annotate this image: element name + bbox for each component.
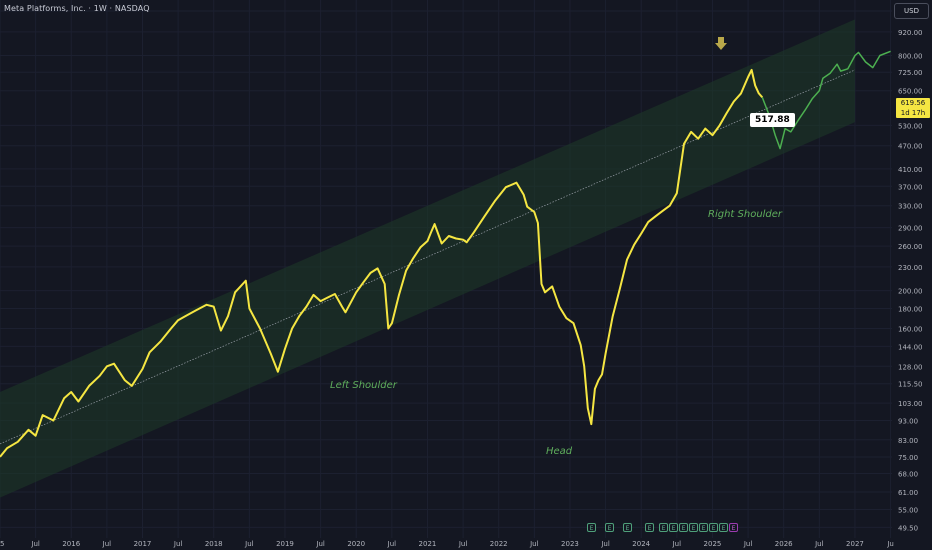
x-tick-label: 2017 [134, 540, 152, 548]
y-tick-label: 128.00 [898, 363, 923, 371]
y-tick-label: 920.00 [898, 29, 923, 37]
x-tick-label: 15 [0, 540, 4, 548]
y-tick-label: 800.00 [898, 53, 923, 61]
x-tick-label: 2018 [205, 540, 223, 548]
y-tick-label: 650.00 [898, 88, 923, 96]
x-tick-label: 2021 [419, 540, 437, 548]
price-chart[interactable]: 1,040.00920.00800.00725.00650.00530.0047… [0, 0, 932, 550]
last-price-countdown: 1d 17h [900, 109, 926, 117]
last-price-tag: 619.56 1d 17h [896, 98, 930, 118]
x-tick-label: 2025 [704, 540, 722, 548]
earnings-event-icon[interactable]: E [679, 523, 688, 532]
x-tick-label: 2026 [775, 540, 793, 548]
symbol-title[interactable]: Meta Platforms, Inc. · 1W · NASDAQ [4, 4, 150, 13]
x-tick-label: Jul [458, 540, 468, 548]
earnings-event-icon[interactable]: E [669, 523, 678, 532]
y-tick-label: 93.00 [898, 417, 918, 425]
x-tick-label: 2020 [347, 540, 365, 548]
y-tick-label: 410.00 [898, 166, 923, 174]
chart-root: 1,040.00920.00800.00725.00650.00530.0047… [0, 0, 932, 550]
x-tick-label: Jul [529, 540, 539, 548]
y-tick-label: 370.00 [898, 183, 923, 191]
earnings-event-icon[interactable]: E [729, 523, 738, 532]
y-tick-label: 530.00 [898, 122, 923, 130]
right-shoulder-label[interactable]: Right Shoulder [708, 209, 782, 220]
y-tick-label: 83.00 [898, 437, 918, 445]
x-tick-label: 2024 [632, 540, 650, 548]
earnings-event-icon[interactable]: E [709, 523, 718, 532]
x-tick-label: 2022 [490, 540, 508, 548]
y-tick-label: 49.50 [898, 524, 918, 532]
y-tick-label: 144.00 [898, 343, 923, 351]
y-axis[interactable]: 1,040.00920.00800.00725.00650.00530.0047… [893, 0, 932, 550]
y-tick-label: 115.50 [898, 381, 923, 389]
down-arrow-icon[interactable] [715, 37, 727, 50]
y-tick-label: 180.00 [898, 305, 923, 313]
x-tick-label: 2023 [561, 540, 579, 548]
y-tick-label: 230.00 [898, 264, 923, 272]
earnings-event-icon[interactable]: E [645, 523, 654, 532]
x-tick-label: Jul [244, 540, 254, 548]
y-tick-label: 68.00 [898, 471, 918, 479]
x-tick-label: Ju [886, 540, 894, 548]
y-axis-background [893, 0, 932, 550]
earnings-event-icon[interactable]: E [699, 523, 708, 532]
x-axis[interactable]: 15 Jul 2016 Jul 2017 Jul 2018 Jul 2019 Jul 2020 Jul… [0, 538, 932, 550]
x-tick-label: Jul [600, 540, 610, 548]
x-tick-label: Jul [743, 540, 753, 548]
x-tick-label: Jul [173, 540, 183, 548]
x-tick-label: Jul [814, 540, 824, 548]
price-callout[interactable]: 517.88 [750, 113, 795, 127]
last-price-value: 619.56 [900, 99, 926, 107]
y-tick-label: 103.00 [898, 400, 923, 408]
earnings-event-icon[interactable]: E [587, 523, 596, 532]
head-label[interactable]: Head [546, 446, 572, 457]
x-tick-label: Jul [672, 540, 682, 548]
y-tick-label: 330.00 [898, 203, 923, 211]
y-tick-label: 290.00 [898, 225, 923, 233]
x-tick-label: 2019 [276, 540, 294, 548]
y-tick-label: 160.00 [898, 325, 923, 333]
y-tick-label: 55.00 [898, 507, 918, 515]
currency-button[interactable]: USD [894, 3, 929, 19]
y-tick-label: 75.00 [898, 454, 918, 462]
x-tick-label: 2016 [62, 540, 80, 548]
left-shoulder-label[interactable]: Left Shoulder [330, 380, 397, 391]
x-tick-label: Jul [387, 540, 397, 548]
y-tick-label: 260.00 [898, 243, 923, 251]
x-tick-label: Jul [102, 540, 112, 548]
y-tick-label: 725.00 [898, 69, 923, 77]
earnings-event-icon[interactable]: E [689, 523, 698, 532]
earnings-event-icon[interactable]: E [719, 523, 728, 532]
y-tick-label: 200.00 [898, 288, 923, 296]
x-tick-label: Jul [30, 540, 40, 548]
earnings-event-icon[interactable]: E [659, 523, 668, 532]
earnings-event-icon[interactable]: E [605, 523, 614, 532]
x-tick-label: Jul [315, 540, 325, 548]
y-tick-label: 470.00 [898, 143, 923, 151]
y-tick-label: 61.00 [898, 489, 918, 497]
x-tick-label: 2027 [846, 540, 864, 548]
earnings-event-icon[interactable]: E [623, 523, 632, 532]
